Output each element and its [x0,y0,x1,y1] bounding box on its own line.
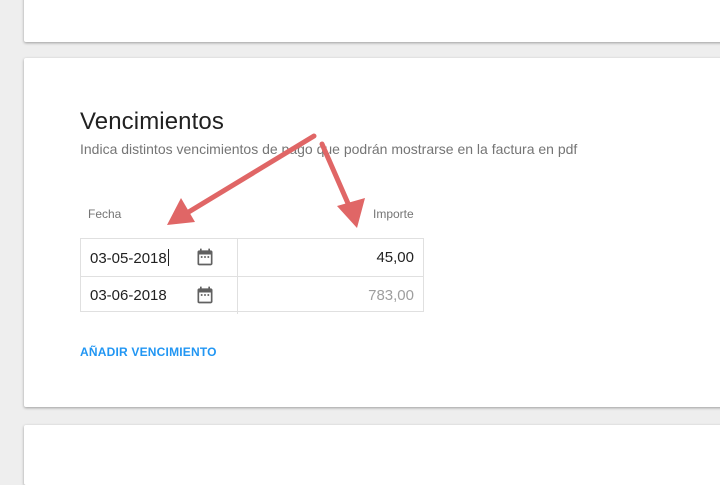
add-due-date-button[interactable]: AÑADIR VENCIMIENTO [80,345,217,359]
due-dates-table: 03-05-2018 45,00 03-06-2018 783,00 [80,238,424,314]
table-row: 03-05-2018 45,00 [81,239,423,276]
amount-input[interactable]: 45,00 [238,239,423,276]
date-value: 03-05-2018 [90,250,167,267]
amount-placeholder: 783,00 [368,287,414,304]
next-card [24,425,720,485]
section-description: Indica distintos vencimientos de pago qu… [80,141,578,157]
amount-value: 45,00 [376,249,414,266]
calendar-icon[interactable] [195,285,215,305]
date-value: 03-06-2018 [90,287,167,304]
previous-card [24,0,720,42]
section-title: Vencimientos [80,108,224,135]
text-cursor [167,249,169,266]
table-row: 03-06-2018 783,00 [81,276,423,314]
amount-input[interactable]: 783,00 [238,277,423,314]
date-input[interactable]: 03-06-2018 [81,277,238,314]
column-header-amount: Importe [373,207,414,221]
calendar-icon[interactable] [195,247,215,267]
column-header-date: Fecha [88,207,122,221]
date-input[interactable]: 03-05-2018 [81,239,238,276]
